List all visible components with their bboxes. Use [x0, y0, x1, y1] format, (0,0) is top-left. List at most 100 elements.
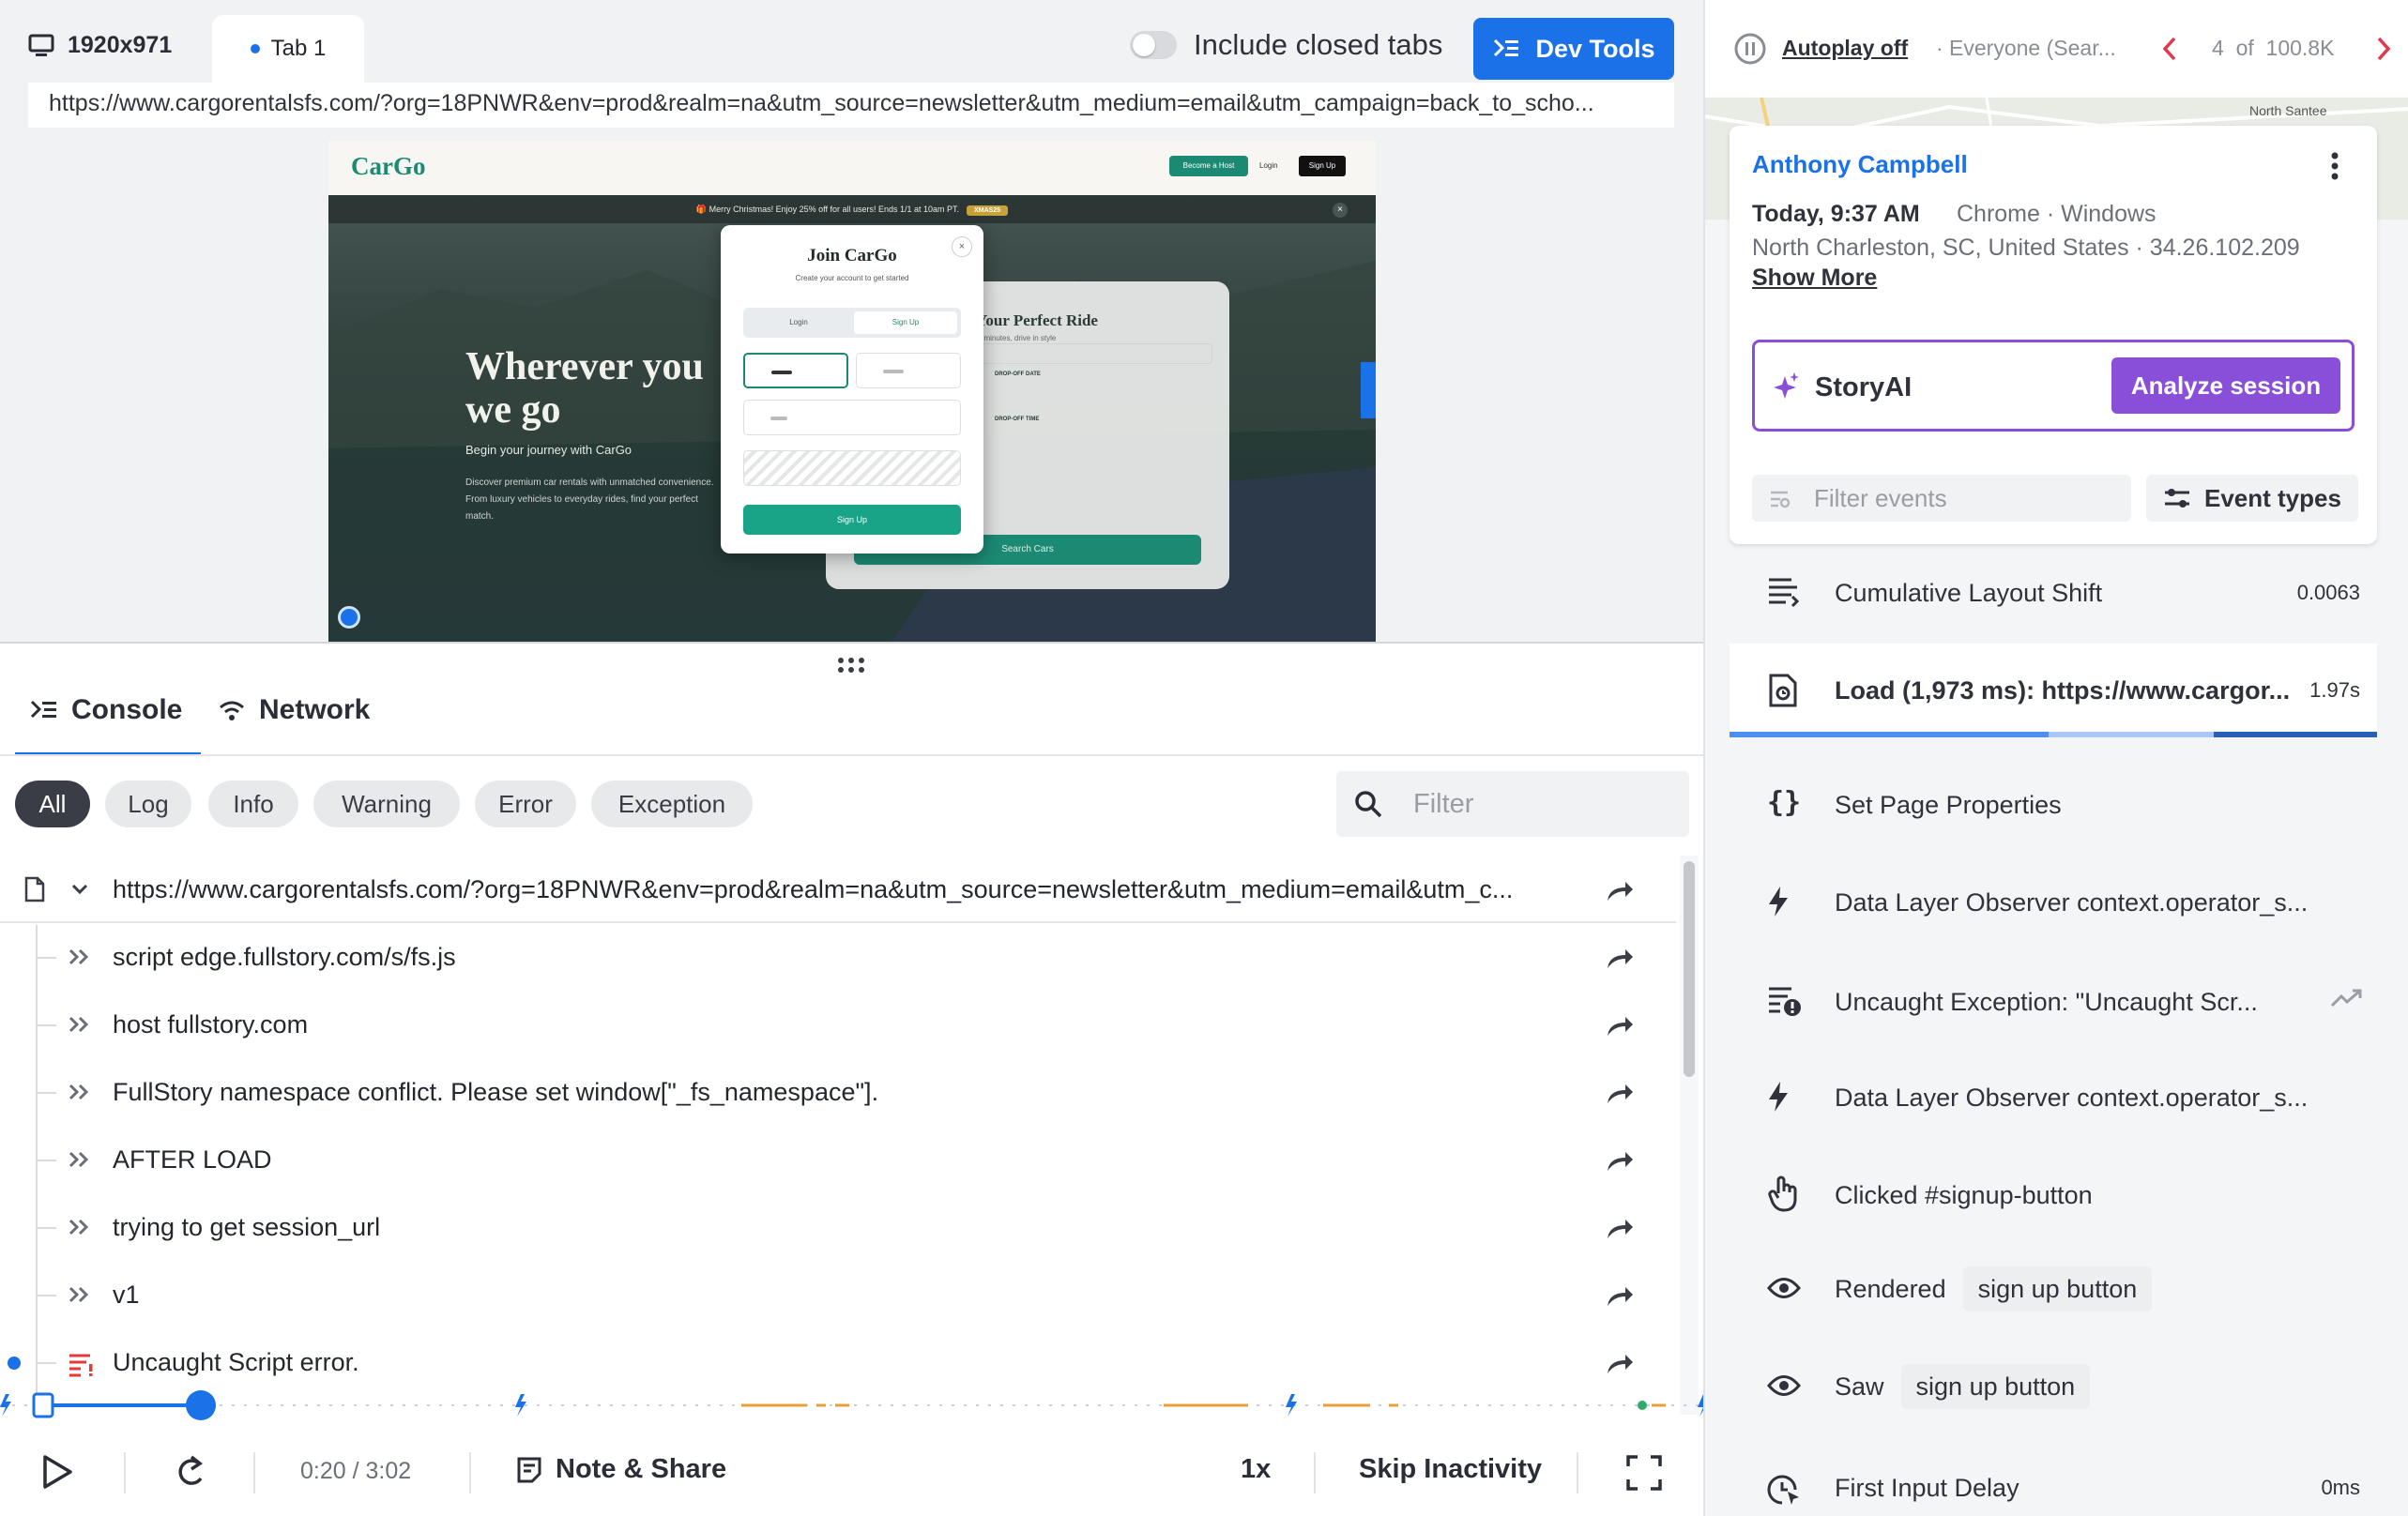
trending-up-icon[interactable]: [2330, 987, 2364, 1009]
control-separator: [253, 1452, 255, 1493]
chip-log[interactable]: Log: [105, 781, 191, 827]
hero-description: Discover premium car rentals with unmatc…: [465, 478, 714, 522]
modal-close-icon[interactable]: ×: [952, 236, 972, 257]
filter-events-input[interactable]: Filter events: [1752, 475, 2131, 522]
event-uncaught-exception[interactable]: Uncaught Exception: "Uncaught Scr...: [1730, 955, 2377, 1049]
console-filter[interactable]: Filter: [1336, 771, 1689, 837]
chevron-left-icon[interactable]: [2161, 36, 2178, 62]
fullscreen-icon[interactable]: [1625, 1454, 1663, 1492]
first-name-field[interactable]: [743, 353, 848, 388]
console-log-row[interactable]: FullStory namespace conflict. Please set…: [0, 1058, 1676, 1126]
chevron-down-icon[interactable]: [71, 884, 88, 895]
share-icon[interactable]: [1605, 1351, 1635, 1375]
dev-tools-button[interactable]: Dev Tools: [1473, 18, 1674, 80]
page-load-row[interactable]: https://www.cargorentalsfs.com/?org=18PN…: [0, 856, 1676, 923]
share-icon[interactable]: [1605, 1283, 1635, 1308]
log-message: FullStory namespace conflict. Please set…: [113, 1078, 879, 1106]
event-data-layer-1[interactable]: Data Layer Observer context.operator_s..…: [1730, 856, 2377, 949]
console-log-row[interactable]: AFTER LOAD: [0, 1126, 1676, 1193]
analyze-session-button[interactable]: Analyze session: [2111, 357, 2340, 414]
drag-handle-icon[interactable]: [837, 657, 865, 674]
skip-inactivity-toggle[interactable]: Skip Inactivity: [1359, 1454, 1542, 1485]
session-replay-viewport[interactable]: CarGo Become a Host Login Sign Up 🎁 Merr…: [328, 141, 1376, 642]
filter-events-placeholder: Filter events: [1814, 484, 1947, 512]
share-icon[interactable]: [1605, 1148, 1635, 1173]
chevron-double-right-icon[interactable]: [68, 1218, 90, 1236]
playback-timeline[interactable]: [0, 1387, 1703, 1424]
resolution-indicator: 1920x971: [28, 32, 172, 59]
chip-all[interactable]: All: [15, 781, 90, 827]
console-log-row[interactable]: trying to get session_url: [0, 1193, 1676, 1261]
email-field[interactable]: [743, 400, 961, 435]
site-login-link[interactable]: Login: [1259, 156, 1278, 176]
restart-icon[interactable]: [173, 1454, 206, 1490]
share-icon[interactable]: [1605, 1081, 1635, 1105]
event-clicked-signup[interactable]: Clicked #signup-button: [1730, 1148, 2377, 1242]
site-signup-button[interactable]: Sign Up: [1299, 156, 1346, 176]
chevron-double-right-icon[interactable]: [68, 1150, 90, 1169]
modal-signup-button[interactable]: Sign Up: [743, 505, 961, 535]
password-field[interactable]: [743, 450, 961, 486]
session-url[interactable]: https://www.cargorentalsfs.com/?org=18PN…: [28, 83, 1674, 128]
chevron-double-right-icon[interactable]: [68, 948, 90, 966]
element-pill[interactable]: sign up button: [1900, 1364, 2091, 1409]
chip-exception[interactable]: Exception: [591, 781, 753, 827]
event-rendered[interactable]: Rendered sign up button: [1730, 1242, 2377, 1336]
share-icon[interactable]: [1605, 1013, 1635, 1038]
event-layout-shift[interactable]: Cumulative Layout Shift 0.0063: [1730, 546, 2377, 640]
include-closed-toggle[interactable]: [1130, 31, 1177, 59]
event-load[interactable]: Load (1,973 ms): https://www.cargor... 1…: [1730, 644, 2377, 737]
tree-branch: [36, 1362, 56, 1364]
last-name-field[interactable]: [856, 353, 961, 388]
timeline-scrubber[interactable]: [186, 1390, 216, 1420]
player-topbar: 1920x971 Tab 1 Include closed tabs Dev T…: [0, 0, 1703, 83]
play-icon[interactable]: [41, 1454, 73, 1490]
playback-speed[interactable]: 1x: [1241, 1454, 1271, 1485]
event-label-wrap: Saw sign up button: [1835, 1340, 2091, 1433]
segment-label[interactable]: · Everyone (Sear...: [1936, 36, 2116, 61]
become-host-button[interactable]: Become a Host: [1169, 156, 1248, 176]
chat-bubble-icon[interactable]: [338, 606, 360, 629]
note-share-button[interactable]: Note & Share: [516, 1454, 726, 1485]
event-saw[interactable]: Saw sign up button: [1730, 1340, 2377, 1433]
event-value: 0.0063: [2296, 581, 2360, 604]
timer-cursor-icon: [1767, 1475, 1799, 1505]
chevron-right-icon[interactable]: [2375, 36, 2392, 62]
include-closed-tabs[interactable]: Include closed tabs: [1130, 28, 1442, 62]
element-pill[interactable]: sign up button: [1962, 1266, 2153, 1311]
user-name-link[interactable]: Anthony Campbell: [1752, 150, 1968, 179]
share-icon[interactable]: [1605, 1216, 1635, 1240]
console-scrollbar[interactable]: [1684, 861, 1695, 1077]
give-feedback-tab[interactable]: [1361, 362, 1376, 418]
chevron-double-right-icon[interactable]: [68, 1015, 90, 1034]
pointer-hand-icon: [1768, 1175, 1797, 1212]
tab-console[interactable]: Console: [30, 694, 182, 726]
event-label: Load (1,973 ms): https://www.cargor...: [1835, 676, 2291, 705]
chevron-double-right-icon[interactable]: [68, 1285, 90, 1304]
tab-1[interactable]: Tab 1: [212, 15, 364, 83]
layout-shift-icon: [1769, 578, 1799, 608]
pause-circle-icon[interactable]: [1733, 32, 1767, 66]
show-more-link[interactable]: Show More: [1752, 265, 1877, 292]
event-data-layer-2[interactable]: Data Layer Observer context.operator_s..…: [1730, 1051, 2377, 1145]
modal-tab-login[interactable]: Login: [747, 311, 850, 334]
event-first-input-delay[interactable]: First Input Delay 0ms: [1730, 1441, 2377, 1516]
console-log-row[interactable]: v1: [0, 1261, 1676, 1328]
more-vertical-icon[interactable]: [2330, 152, 2339, 180]
chip-error[interactable]: Error: [475, 781, 576, 827]
banner-close-icon[interactable]: ×: [1333, 203, 1348, 218]
event-types-button[interactable]: Event types: [2146, 475, 2358, 522]
chip-info[interactable]: Info: [208, 781, 298, 827]
autoplay-toggle[interactable]: Autoplay off: [1782, 36, 1908, 61]
event-set-page-properties[interactable]: {} Set Page Properties: [1730, 758, 2377, 852]
share-icon[interactable]: [1605, 878, 1635, 902]
modal-tab-signup[interactable]: Sign Up: [854, 311, 957, 334]
console-log-row[interactable]: script edge.fullstory.com/s/fs.js: [0, 923, 1676, 991]
resolution-label: 1920x971: [68, 32, 173, 58]
tab-network[interactable]: Network: [218, 694, 370, 726]
event-label: Uncaught Exception: "Uncaught Scr...: [1835, 988, 2258, 1016]
chip-warning[interactable]: Warning: [313, 781, 460, 827]
chevron-double-right-icon[interactable]: [68, 1083, 90, 1101]
share-icon[interactable]: [1605, 946, 1635, 970]
console-log-row[interactable]: host fullstory.com: [0, 991, 1676, 1058]
